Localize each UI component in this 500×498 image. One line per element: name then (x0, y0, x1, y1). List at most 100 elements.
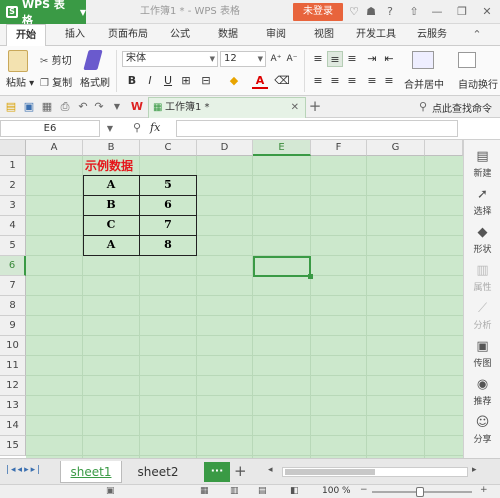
formula-input[interactable] (176, 120, 458, 137)
scroll-left-icon[interactable]: ◂ (268, 465, 273, 475)
print-icon[interactable]: ⎙ (58, 100, 72, 114)
name-box-dropdown-icon[interactable]: ▼ (103, 122, 117, 136)
command-search[interactable]: 点此查找命令 (432, 100, 492, 115)
sheet-nav-arrows-icon[interactable]: |◂◂▸▸| (6, 465, 42, 475)
align-middle-icon[interactable]: ≡ (327, 51, 343, 67)
row-header[interactable]: 8 (0, 296, 26, 316)
align-left-icon[interactable]: ≡ (310, 73, 326, 89)
tab-data[interactable]: 数据 (210, 24, 246, 46)
cell-area[interactable]: 示例数据 A 5 B 6 C 7 A 8 (26, 156, 463, 458)
selected-cell[interactable] (253, 256, 311, 277)
column-header[interactable]: D (197, 140, 253, 156)
quick-access-dropdown-icon[interactable]: ▼ (110, 100, 124, 114)
italic-button[interactable]: I (142, 73, 158, 89)
autowrap-button[interactable]: 自动换行 (458, 76, 500, 91)
analysis-button[interactable]: ⟋ 分析 (464, 296, 500, 334)
column-header[interactable] (425, 140, 463, 156)
cut-button[interactable]: ✂ 剪切 (40, 52, 72, 67)
minimize-icon[interactable]: — (430, 5, 444, 19)
new-tab-icon[interactable]: + (308, 99, 322, 114)
tab-home[interactable]: 开始 (6, 24, 46, 47)
table-cell[interactable]: A (83, 235, 139, 255)
format-painter-button[interactable]: 格式刷 (80, 74, 110, 89)
align-top-icon[interactable]: ≡ (310, 51, 326, 67)
column-header[interactable]: B (83, 140, 140, 156)
page-layout-view-icon[interactable]: ▥ (230, 486, 239, 496)
zoom-slider[interactable] (372, 487, 472, 497)
outdent-icon[interactable]: ⇤ (381, 51, 397, 67)
zoom-in-icon[interactable]: + (480, 485, 488, 495)
fill-handle[interactable] (308, 274, 313, 279)
zoom-out-icon[interactable]: − (360, 485, 368, 495)
row-header[interactable]: 11 (0, 356, 26, 376)
properties-button[interactable]: ▥ 属性 (464, 258, 500, 296)
search-icon[interactable]: ⚲ (416, 100, 430, 114)
borders-icon[interactable]: ⊞ (178, 73, 194, 89)
zoom-level[interactable]: 100 % (322, 486, 351, 496)
close-icon[interactable]: ✕ (480, 5, 494, 19)
column-header[interactable]: A (26, 140, 83, 156)
underline-button[interactable]: U (160, 73, 176, 89)
align-bottom-icon[interactable]: ≡ (344, 51, 360, 67)
column-header[interactable]: G (367, 140, 425, 156)
indent-icon[interactable]: ⇥ (364, 51, 380, 67)
name-box[interactable]: E6 (0, 120, 100, 137)
shrink-font-icon[interactable]: A⁻ (284, 51, 300, 67)
table-cell[interactable]: B (83, 195, 139, 215)
column-header[interactable]: F (311, 140, 367, 156)
shirt-icon[interactable]: ☗ (364, 5, 378, 19)
scroll-right-icon[interactable]: ▸ (472, 465, 477, 475)
wps-home-icon[interactable]: W (130, 100, 144, 114)
paste-button[interactable]: 粘贴 ▾ (6, 74, 34, 89)
print-preview-icon[interactable]: ▦ (40, 100, 54, 114)
clear-format-icon[interactable]: ⌫ (274, 73, 290, 89)
open-folder-icon[interactable]: ▤ (4, 100, 18, 114)
row-header[interactable]: 5 (0, 236, 26, 256)
more-sheets-button[interactable]: ··· (204, 462, 230, 482)
shapes-button[interactable]: ◆ 形状 (464, 220, 500, 258)
page-break-view-icon[interactable]: ▤ (258, 486, 267, 496)
row-header[interactable]: 4 (0, 216, 26, 236)
sheet-tab-active[interactable]: sheet1 (60, 461, 122, 483)
merge-center-icon[interactable] (412, 51, 434, 69)
tab-developer[interactable]: 开发工具 (350, 24, 402, 46)
font-name-select[interactable]: 宋体 ▼ (122, 51, 218, 67)
row-header[interactable]: 2 (0, 176, 26, 196)
horizontal-scrollbar[interactable] (282, 467, 468, 477)
table-cell[interactable]: 7 (140, 215, 196, 235)
fill-color-icon[interactable]: ◆ (226, 73, 242, 89)
table-cell[interactable]: A (83, 175, 139, 195)
font-color-icon[interactable]: A (252, 73, 268, 89)
tab-insert[interactable]: 插入 (56, 24, 94, 46)
tab-page-layout[interactable]: 页面布局 (102, 24, 154, 46)
table-cell[interactable]: 6 (140, 195, 196, 215)
table-cell[interactable]: C (83, 215, 139, 235)
bold-button[interactable]: B (124, 73, 140, 89)
table-cell[interactable]: 8 (140, 235, 196, 255)
help-icon[interactable]: ? (383, 5, 397, 19)
macro-icon[interactable]: ▣ (106, 486, 115, 496)
distribute-icon[interactable]: ≡ (381, 73, 397, 89)
column-header-selected[interactable]: E (253, 140, 311, 156)
title-cell[interactable]: 示例数据 (83, 156, 139, 176)
zoom-slider-thumb[interactable] (416, 487, 424, 497)
merge-cells-icon[interactable]: ⊟ (198, 73, 214, 89)
add-sheet-icon[interactable]: + (234, 462, 247, 480)
save-icon[interactable]: ▣ (22, 100, 36, 114)
upload-icon[interactable]: ⇧ (407, 5, 421, 19)
grow-font-icon[interactable]: A⁺ (268, 51, 284, 67)
row-header-selected[interactable]: 6 (0, 256, 26, 276)
paste-icon[interactable] (8, 50, 28, 72)
login-button[interactable]: 未登录 (293, 3, 343, 21)
row-header[interactable]: 3 (0, 196, 26, 216)
close-tab-icon[interactable]: ✕ (291, 98, 299, 117)
autowrap-icon[interactable] (458, 52, 476, 68)
row-header[interactable]: 13 (0, 396, 26, 416)
align-right-icon[interactable]: ≡ (344, 73, 360, 89)
row-header[interactable]: 15 (0, 436, 26, 456)
document-tab[interactable]: ▦ 工作簿1 * ✕ (148, 97, 306, 118)
function-button[interactable]: fx (150, 121, 160, 134)
align-center-icon[interactable]: ≡ (327, 73, 343, 89)
row-header[interactable]: 1 (0, 156, 26, 176)
new-button[interactable]: ▤ 新建 (464, 144, 500, 182)
